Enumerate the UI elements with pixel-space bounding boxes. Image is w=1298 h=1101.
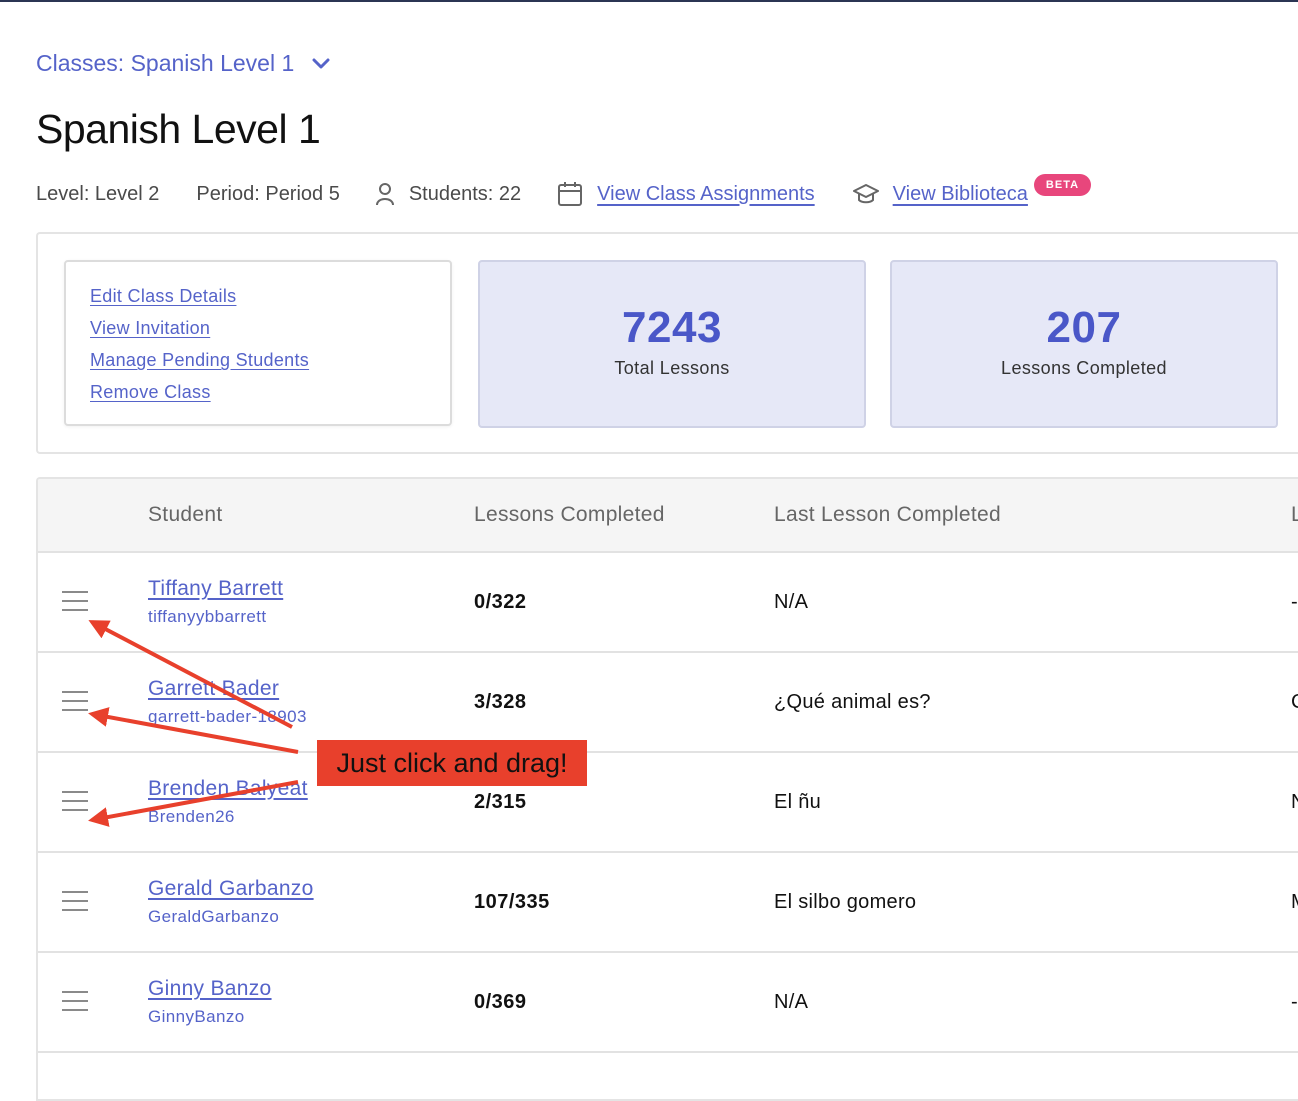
- student-name-link[interactable]: Gerald Garbanzo: [148, 877, 314, 901]
- class-period: Period: Period 5: [196, 182, 340, 205]
- lessons-completed-value: 207: [1046, 303, 1122, 352]
- table-row: Tiffany Barrett tiffanyybbarrett 0/322 N…: [38, 553, 1298, 653]
- table-row: Brenden Balyeat Brenden26 2/315 El ñu N: [38, 753, 1298, 853]
- view-invitation-link[interactable]: View Invitation: [90, 318, 210, 338]
- clipped-cell: M: [1291, 891, 1298, 914]
- total-lessons-value: 7243: [622, 303, 722, 352]
- edit-class-details-link[interactable]: Edit Class Details: [90, 286, 236, 306]
- remove-class-link[interactable]: Remove Class: [90, 382, 211, 402]
- last-lesson-cell: N/A: [774, 591, 809, 613]
- lessons-completed-card: 207 Lessons Completed: [890, 260, 1278, 428]
- last-lesson-cell: N/A: [774, 991, 809, 1013]
- view-biblioteca-link[interactable]: View Biblioteca: [893, 183, 1028, 206]
- drag-handle-icon[interactable]: [62, 891, 88, 911]
- page-title: Spanish Level 1: [36, 106, 321, 152]
- table-row: Garrett Bader garrett-bader-18903 3/328 …: [38, 653, 1298, 753]
- class-overview-panel: Edit Class Details View Invitation Manag…: [36, 232, 1298, 454]
- student-username: Brenden26: [148, 807, 235, 826]
- lessons-completed-cell: 107/335: [474, 891, 550, 913]
- manage-pending-students-link[interactable]: Manage Pending Students: [90, 350, 309, 370]
- drag-handle-icon[interactable]: [62, 591, 88, 611]
- table-row: Ginny Banzo GinnyBanzo 0/369 N/A -: [38, 953, 1298, 1053]
- table-header: Student Lessons Completed Last Lesson Co…: [38, 479, 1298, 553]
- person-icon: [375, 182, 395, 206]
- beta-badge: BETA: [1033, 174, 1092, 196]
- students-count: Students: 22: [408, 182, 522, 205]
- last-lesson-cell: ¿Qué animal es?: [774, 691, 931, 713]
- header-last-lesson[interactable]: Last Lesson Completed: [774, 503, 1001, 527]
- clipped-cell: -: [1291, 991, 1298, 1013]
- lessons-completed-cell: 0/322: [474, 591, 527, 613]
- student-username: tiffanyybbarrett: [148, 607, 267, 626]
- last-lesson-cell: El ñu: [774, 791, 822, 813]
- lessons-completed-cell: 3/328: [474, 691, 527, 713]
- student-username: garrett-bader-18903: [148, 707, 307, 726]
- table-row: Gerald Garbanzo GeraldGarbanzo 107/335 E…: [38, 853, 1298, 953]
- graduation-cap-icon: [852, 182, 879, 206]
- class-selector[interactable]: Classes: Spanish Level 1: [36, 50, 330, 77]
- calendar-icon: [557, 181, 583, 207]
- chevron-down-icon: [312, 58, 330, 70]
- drag-handle-icon[interactable]: [62, 791, 88, 811]
- class-students: Students: 22: [375, 182, 521, 206]
- class-selector-label: Classes: Spanish Level 1: [36, 50, 295, 76]
- student-name-link[interactable]: Garrett Bader: [148, 677, 279, 701]
- class-actions-card: Edit Class Details View Invitation Manag…: [64, 260, 452, 426]
- header-clipped[interactable]: L: [1291, 503, 1298, 527]
- lessons-completed-cell: 0/369: [474, 991, 527, 1013]
- last-lesson-cell: El silbo gomero: [774, 891, 917, 913]
- students-table: Student Lessons Completed Last Lesson Co…: [36, 477, 1298, 1101]
- drag-handle-icon[interactable]: [62, 691, 88, 711]
- total-lessons-label: Total Lessons: [614, 358, 730, 378]
- clipped-cell: C: [1291, 691, 1298, 714]
- header-lessons-completed[interactable]: Lessons Completed: [474, 503, 665, 527]
- class-biblioteca: View Biblioteca BETA: [852, 174, 1092, 206]
- student-name-link[interactable]: Ginny Banzo: [148, 977, 272, 1001]
- clipped-cell: -: [1291, 591, 1298, 613]
- annotation-callout: Just click and drag!: [317, 740, 587, 786]
- lessons-completed-cell: 2/315: [474, 791, 527, 813]
- class-assignments: View Class Assignments: [557, 181, 815, 207]
- student-name-link[interactable]: Tiffany Barrett: [148, 577, 283, 601]
- student-username: GinnyBanzo: [148, 1007, 245, 1026]
- student-username: GeraldGarbanzo: [148, 907, 280, 926]
- top-border: [0, 0, 1298, 2]
- total-lessons-card: 7243 Total Lessons: [478, 260, 866, 428]
- student-name-link[interactable]: Brenden Balyeat: [148, 777, 308, 801]
- view-class-assignments-link[interactable]: View Class Assignments: [597, 183, 815, 206]
- drag-handle-icon[interactable]: [62, 991, 88, 1011]
- header-student[interactable]: Student: [148, 503, 223, 527]
- clipped-cell: N: [1291, 791, 1298, 814]
- class-meta-bar: Level: Level 2 Period: Period 5 Students…: [36, 174, 1296, 212]
- class-level: Level: Level 2: [36, 182, 160, 205]
- lessons-completed-label: Lessons Completed: [1001, 358, 1167, 378]
